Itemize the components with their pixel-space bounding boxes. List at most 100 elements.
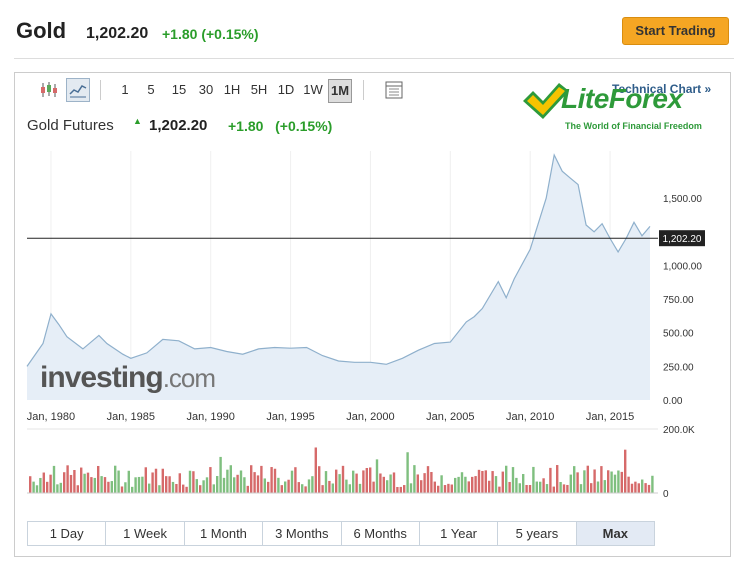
volume-bar xyxy=(290,470,294,493)
volume-bar xyxy=(103,477,107,493)
volume-bar xyxy=(416,474,419,493)
volume-bar xyxy=(328,480,331,493)
x-tick-label: Jan, 1980 xyxy=(27,411,75,423)
volume-bar xyxy=(222,477,226,493)
volume-bar xyxy=(620,471,623,493)
volume-bar xyxy=(52,465,56,493)
volume-bar xyxy=(216,476,219,493)
volume-bar xyxy=(161,468,164,493)
volume-bar xyxy=(607,470,610,493)
volume-bar xyxy=(324,471,328,493)
header-change: +1.80 (+0.15%) xyxy=(162,26,259,42)
volume-bar xyxy=(549,467,552,493)
volume-bar xyxy=(120,486,124,493)
volume-bar xyxy=(386,480,389,493)
range-button-5-years[interactable]: 5 years xyxy=(498,522,577,545)
current-price-label: 1,202.20 xyxy=(663,234,702,245)
range-button-max[interactable]: Max xyxy=(576,522,654,545)
volume-bar xyxy=(49,474,52,493)
range-button-1-month[interactable]: 1 Month xyxy=(185,522,264,545)
volume-bar xyxy=(205,477,209,493)
volume-bar xyxy=(131,486,134,493)
x-tick-label: Jan, 2010 xyxy=(506,411,554,423)
volume-bar xyxy=(498,486,501,493)
volume-bar xyxy=(379,473,382,493)
watermark-brand: investing xyxy=(40,361,164,394)
volume-bar xyxy=(515,477,518,493)
volume-bar xyxy=(491,471,494,493)
volume-bar xyxy=(260,465,263,493)
volume-bar xyxy=(124,482,127,493)
volume-bar xyxy=(63,472,66,493)
y-tick-label: 1,000.00 xyxy=(663,261,702,272)
volume-bar xyxy=(80,467,83,493)
volume-bar xyxy=(158,485,161,493)
volume-bar xyxy=(134,477,137,493)
volume-bar xyxy=(399,486,402,493)
volume-bar xyxy=(355,473,358,493)
volume-bar xyxy=(600,466,603,493)
volume-bar xyxy=(195,479,198,493)
volume-bar xyxy=(641,479,644,493)
volume-bar xyxy=(460,472,464,493)
y-tick-label: 750.00 xyxy=(663,295,694,306)
volume-bar xyxy=(433,481,436,493)
volume-bar xyxy=(144,467,147,493)
start-trading-button[interactable]: Start Trading xyxy=(622,17,729,45)
y-tick-label: 1,500.00 xyxy=(663,194,702,205)
volume-bar xyxy=(420,480,423,493)
volume-bar xyxy=(532,466,535,493)
volume-bar xyxy=(596,481,600,493)
x-tick-label: Jan, 2005 xyxy=(426,411,474,423)
volume-bar xyxy=(566,484,569,493)
volume-bar xyxy=(219,456,222,493)
volume-bar xyxy=(280,485,283,493)
volume-bar xyxy=(413,465,416,493)
volume-bar xyxy=(83,473,86,493)
volume-bar xyxy=(518,483,521,493)
volume-bar xyxy=(573,466,576,493)
volume-bar xyxy=(321,485,324,493)
volume-bar xyxy=(382,476,385,493)
volume-bar xyxy=(508,481,511,493)
volume-bar xyxy=(488,480,491,493)
volume-bar xyxy=(314,447,317,493)
range-button-1-week[interactable]: 1 Week xyxy=(106,522,185,545)
volume-bar xyxy=(66,465,69,493)
volume-bar xyxy=(287,479,290,493)
volume-bar xyxy=(301,484,304,493)
volume-bar xyxy=(199,485,202,493)
volume-bar xyxy=(590,483,593,493)
volume-bar xyxy=(233,477,236,493)
volume-bar xyxy=(556,465,559,493)
range-button-6-months[interactable]: 6 Months xyxy=(342,522,420,545)
volume-bar xyxy=(430,472,433,493)
volume-bar xyxy=(610,471,613,493)
volume-bar xyxy=(535,481,538,493)
volume-bar xyxy=(467,481,470,493)
range-button-3-months[interactable]: 3 Months xyxy=(263,522,342,545)
volume-bar xyxy=(576,472,579,493)
volume-bar xyxy=(263,478,266,493)
header-divider xyxy=(14,58,734,59)
volume-bar xyxy=(511,467,515,493)
volume-bar xyxy=(634,481,637,493)
volume-bar xyxy=(358,483,362,493)
volume-bar xyxy=(236,474,239,493)
volume-bar xyxy=(457,476,460,493)
volume-bar xyxy=(56,484,59,493)
volume-bar xyxy=(484,470,487,493)
x-tick-label: Jan, 1985 xyxy=(107,411,155,423)
volume-bar xyxy=(202,480,205,493)
volume-bar xyxy=(362,470,365,493)
volume-bar xyxy=(93,477,96,493)
chart-panel: 1 5 15 30 1H 5H 1D 1W 1M Technical Chart… xyxy=(14,72,731,557)
range-button-1-year[interactable]: 1 Year xyxy=(420,522,499,545)
volume-bar xyxy=(148,483,151,493)
range-button-1-day[interactable]: 1 Day xyxy=(28,522,107,545)
volume-bar xyxy=(311,476,314,493)
volume-bar xyxy=(443,485,447,493)
volume-bar xyxy=(586,465,589,493)
volume-bar xyxy=(209,467,212,493)
volume-bar xyxy=(477,469,481,493)
